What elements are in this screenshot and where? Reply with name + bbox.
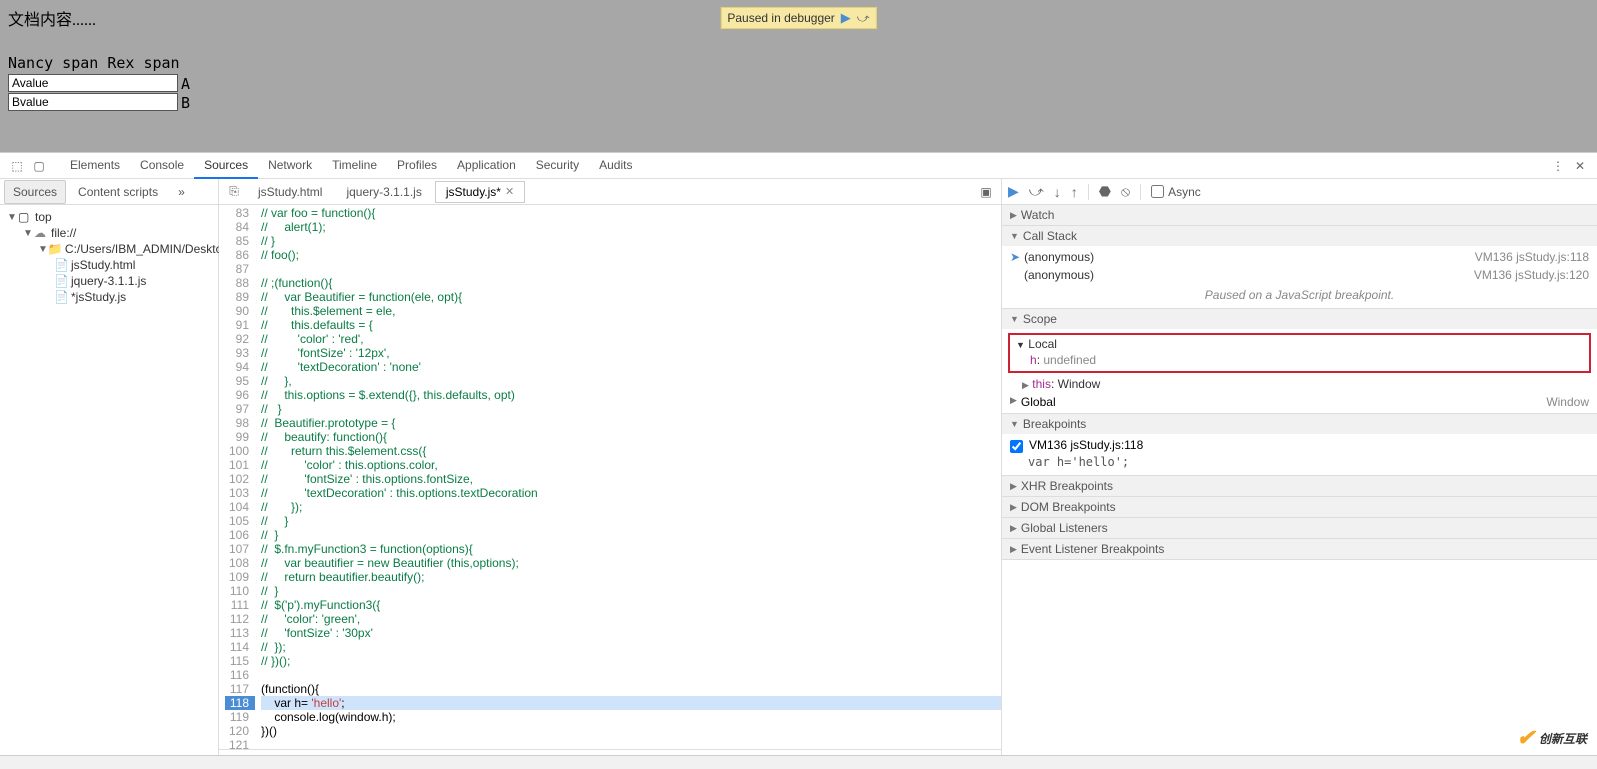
bp-checkbox[interactable] bbox=[1010, 440, 1023, 453]
breakpoint-0[interactable]: VM136 jsStudy.js:118 bbox=[1002, 436, 1597, 455]
resume-button[interactable]: ▶ bbox=[1008, 183, 1019, 200]
stack-frame-0[interactable]: ➤(anonymous)VM136 jsStudy.js:118 bbox=[1002, 248, 1597, 266]
tab-audits[interactable]: Audits bbox=[589, 153, 642, 179]
breakpoints-section: ▼Breakpoints VM136 jsStudy.js:118 var h=… bbox=[1002, 414, 1597, 476]
close-icon[interactable]: ✕ bbox=[505, 185, 514, 198]
scope-section: ▼Scope ▼ Local h: undefined ▶ this: Wind… bbox=[1002, 309, 1597, 414]
tree-file-0[interactable]: 📄jsStudy.html bbox=[0, 257, 218, 273]
event-listener-bp-section: ▶Event Listener Breakpoints bbox=[1002, 539, 1597, 560]
editor-panel: ⎘ jsStudy.html jquery-3.1.1.js jsStudy.j… bbox=[219, 179, 1002, 769]
watermark-logo: ✔创新互联 bbox=[1517, 725, 1587, 751]
step-out-button[interactable]: ↑ bbox=[1071, 184, 1078, 200]
navtab-content[interactable]: Content scripts bbox=[70, 181, 166, 203]
stack-frame-1[interactable]: (anonymous)VM136 jsStudy.js:120 bbox=[1002, 266, 1597, 284]
step-over-icon[interactable]: ⤻ bbox=[857, 11, 870, 26]
close-devtools-icon[interactable]: ✕ bbox=[1569, 155, 1591, 177]
tab-sources[interactable]: Sources bbox=[194, 153, 258, 179]
devtools-toolbar: ⬚ ▢ Elements Console Sources Network Tim… bbox=[0, 153, 1597, 179]
input-a[interactable] bbox=[8, 74, 178, 92]
callstack-section: ▼Call Stack ➤(anonymous)VM136 jsStudy.js… bbox=[1002, 226, 1597, 309]
tab-network[interactable]: Network bbox=[258, 153, 322, 179]
page-content: 文档内容...... Nancy span Rex span A B Pause… bbox=[0, 0, 1597, 152]
global-scope[interactable]: ▶GlobalWindow bbox=[1002, 393, 1597, 411]
banner-text: Paused in debugger bbox=[727, 11, 834, 25]
filetab-1[interactable]: jquery-3.1.1.js bbox=[335, 181, 432, 203]
pause-message: Paused on a JavaScript breakpoint. bbox=[1002, 284, 1597, 306]
code-editor[interactable]: 83 84 85 86 87 88 89 90 91 92 93 94 95 9… bbox=[219, 205, 1001, 749]
tree-folder[interactable]: ▼📁C:/Users/IBM_ADMIN/Desktop/ bbox=[0, 241, 218, 257]
local-var-h[interactable]: h: undefined bbox=[1010, 351, 1589, 369]
label-a: A bbox=[181, 75, 190, 93]
tab-profiles[interactable]: Profiles bbox=[387, 153, 447, 179]
global-listeners-section: ▶Global Listeners bbox=[1002, 518, 1597, 539]
tree-file-1[interactable]: 📄jquery-3.1.1.js bbox=[0, 273, 218, 289]
tab-console[interactable]: Console bbox=[130, 153, 194, 179]
navtab-sources[interactable]: Sources bbox=[4, 180, 66, 204]
navtab-more[interactable]: » bbox=[170, 181, 193, 203]
show-nav-icon[interactable]: ⎘ bbox=[223, 184, 245, 199]
pause-exceptions-button[interactable]: ⦸ bbox=[1121, 183, 1130, 200]
tree-file-2[interactable]: 📄*jsStudy.js bbox=[0, 289, 218, 305]
input-b[interactable] bbox=[8, 93, 178, 111]
show-debugger-icon[interactable]: ▣ bbox=[975, 185, 997, 199]
bp-code: var h='hello'; bbox=[1002, 455, 1597, 473]
xhr-bp-section: ▶XHR Breakpoints bbox=[1002, 476, 1597, 497]
debugger-banner: Paused in debugger ▶ ⤻ bbox=[720, 7, 876, 29]
tab-elements[interactable]: Elements bbox=[60, 153, 130, 179]
dom-bp-section: ▶DOM Breakpoints bbox=[1002, 497, 1597, 518]
watch-section: ▶Watch bbox=[1002, 205, 1597, 226]
navigator-panel: Sources Content scripts » ▼▢top ▼☁file:/… bbox=[0, 179, 219, 769]
local-scope-highlight: ▼ Local h: undefined bbox=[1008, 333, 1591, 373]
tree-file-origin[interactable]: ▼☁file:// bbox=[0, 225, 218, 241]
filetab-2[interactable]: jsStudy.js*✕ bbox=[435, 181, 525, 203]
tree-top[interactable]: ▼▢top bbox=[0, 209, 218, 225]
kebab-icon[interactable]: ⋮ bbox=[1547, 155, 1569, 177]
tab-timeline[interactable]: Timeline bbox=[322, 153, 387, 179]
span-text: Nancy span Rex span bbox=[8, 54, 1589, 72]
inspect-icon[interactable]: ⬚ bbox=[6, 155, 28, 177]
debugger-panel: ▶ ⤻ ↓ ↑ ⬣ ⦸ Async ▶Watch ▼Call Stack ➤(a… bbox=[1002, 179, 1597, 769]
tab-security[interactable]: Security bbox=[526, 153, 589, 179]
tab-application[interactable]: Application bbox=[447, 153, 526, 179]
label-b: B bbox=[181, 94, 190, 112]
this-var[interactable]: ▶ this: Window bbox=[1002, 375, 1597, 393]
file-tree: ▼▢top ▼☁file:// ▼📁C:/Users/IBM_ADMIN/Des… bbox=[0, 205, 218, 309]
bottom-scrollbar[interactable] bbox=[0, 755, 1597, 769]
step-over-button[interactable]: ⤻ bbox=[1029, 183, 1044, 200]
device-icon[interactable]: ▢ bbox=[28, 155, 50, 177]
deactivate-bp-button[interactable]: ⬣ bbox=[1099, 183, 1111, 200]
devtools: ⬚ ▢ Elements Console Sources Network Tim… bbox=[0, 152, 1597, 769]
async-checkbox[interactable]: Async bbox=[1151, 185, 1201, 199]
devtools-tabs: Elements Console Sources Network Timelin… bbox=[60, 153, 642, 179]
step-into-button[interactable]: ↓ bbox=[1054, 184, 1061, 200]
resume-icon[interactable]: ▶ bbox=[841, 10, 851, 26]
filetab-0[interactable]: jsStudy.html bbox=[247, 181, 333, 203]
